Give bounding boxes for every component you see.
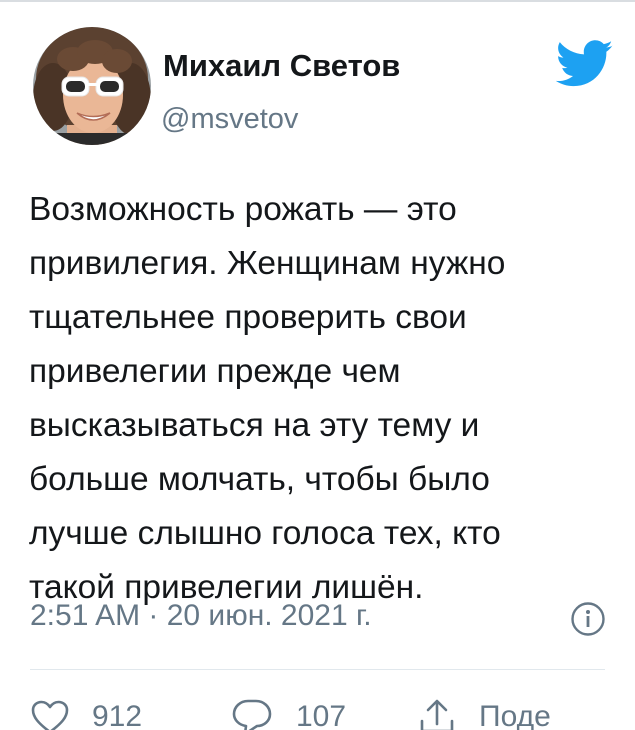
tweet-text: Возможность рожать — это привилегия. Жен… xyxy=(29,183,619,615)
tweet-card: Михаил Светов @msvetov Возможность рожат… xyxy=(0,0,635,730)
reply-button[interactable]: 107 xyxy=(230,692,346,730)
like-button[interactable]: 912 xyxy=(30,692,142,730)
tweet-line: тщательнее проверить свои xyxy=(29,299,467,336)
author-display-name[interactable]: Михаил Светов xyxy=(163,48,400,84)
tweet-timestamp[interactable]: 2:51 AM · 20 июн. 2021 г. xyxy=(30,599,372,633)
tweet-line: Возможность рожать — это xyxy=(29,191,457,228)
info-icon[interactable] xyxy=(570,601,606,637)
avatar-image xyxy=(33,27,151,145)
tweet-line: привелегии прежде чем xyxy=(29,353,401,390)
author-handle[interactable]: @msvetov xyxy=(161,103,298,136)
divider xyxy=(30,669,605,670)
like-count: 912 xyxy=(92,700,143,730)
heart-icon xyxy=(31,700,69,730)
share-icon xyxy=(420,699,454,730)
avatar[interactable] xyxy=(33,27,151,145)
share-label: Поде xyxy=(479,700,551,730)
tweet-line: высказываться на эту тему и xyxy=(29,407,480,444)
reply-bubble-icon xyxy=(232,699,272,730)
tweet-line: привилегия. Женщинам нужно xyxy=(29,245,506,282)
tweet-line: больше молчать, чтобы было xyxy=(29,461,490,498)
share-button[interactable]: Поде xyxy=(417,692,551,730)
top-border xyxy=(0,0,635,2)
twitter-bird-icon xyxy=(556,40,613,87)
tweet-line: лучше слышно голоса тех, кто xyxy=(29,515,501,552)
reply-count: 107 xyxy=(296,700,347,730)
